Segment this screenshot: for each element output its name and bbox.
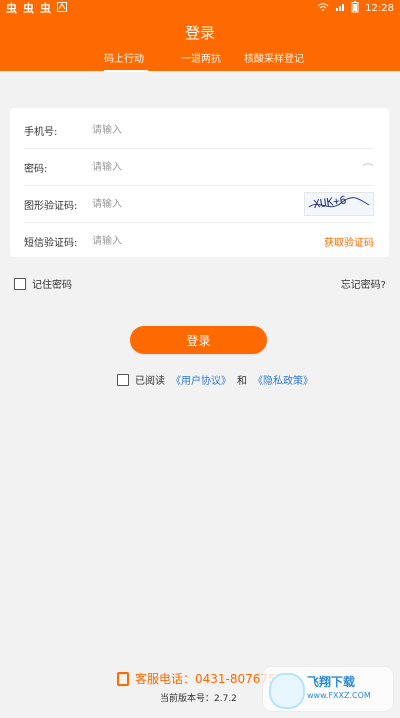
- image-captcha-input[interactable]: [90, 197, 304, 211]
- page-title: 登录: [184, 24, 215, 42]
- remember-label: 记住密码: [32, 280, 72, 291]
- tab-code-action[interactable]: 码上行动: [104, 50, 144, 65]
- tab-nucleic-registration[interactable]: 核酸采样登记: [244, 50, 304, 65]
- phone-input[interactable]: [90, 123, 374, 137]
- keyboard-icon: [57, 1, 67, 15]
- status-right: 12:28: [317, 0, 394, 16]
- tab-one-retreat-two-resist[interactable]: 一退两抗: [181, 50, 221, 65]
- phone-row: 手机号:: [24, 112, 374, 149]
- phone-icon: [117, 671, 129, 686]
- captcha-text: XUK+6: [313, 193, 348, 210]
- password-row: 密码:: [24, 149, 374, 186]
- top-header: 登录 码上行动 一退两抗 核酸采样登记: [0, 16, 400, 72]
- status-bar: 虫 虫 虫 12:28: [0, 0, 400, 16]
- tab-bar: 码上行动 一退两抗 核酸采样登记: [0, 50, 400, 72]
- battery-icon: [351, 0, 359, 16]
- active-tab-indicator: [104, 70, 148, 72]
- status-left: 虫 虫 虫: [6, 0, 67, 16]
- agreement-row: 已阅读 《用户协议》 和 《隐私政策》: [117, 372, 313, 387]
- sms-code-label: 短信验证码:: [24, 237, 78, 249]
- login-form-card: 手机号: 密码: 图形验证码: XUK+6 短信验证码: 获取验证码: [10, 108, 389, 257]
- login-button[interactable]: 登录: [130, 326, 267, 354]
- sms-code-row: 短信验证码: 获取验证码: [24, 223, 374, 259]
- wifi-icon: [317, 2, 329, 15]
- image-captcha-label: 图形验证码:: [24, 200, 78, 212]
- clock-time: 12:28: [365, 2, 394, 14]
- bug-icon: 虫: [6, 2, 17, 15]
- agreement-prefix: 已阅读: [135, 376, 165, 387]
- password-input[interactable]: [90, 160, 362, 174]
- show-password-icon[interactable]: [362, 162, 374, 173]
- bug-icon: 虫: [40, 2, 51, 15]
- watermark-brand: 飞翔下载: [307, 675, 356, 689]
- agreement-and: 和: [237, 376, 247, 387]
- watermark-domain: www.FXXZ.COM: [307, 691, 371, 700]
- bug-icon: 虫: [23, 2, 34, 15]
- privacy-policy-link[interactable]: 《隐私政策》: [253, 372, 313, 387]
- password-label: 密码:: [24, 163, 48, 175]
- version-text: 当前版本号：2.7.2: [160, 694, 237, 704]
- remember-checkbox[interactable]: [14, 277, 26, 290]
- watermark-logo: [269, 673, 305, 709]
- user-agreement-link[interactable]: 《用户协议》: [171, 372, 231, 387]
- sms-code-input[interactable]: [90, 234, 324, 248]
- phone-label: 手机号:: [24, 126, 58, 138]
- captcha-image[interactable]: XUK+6: [304, 192, 374, 216]
- forgot-password-link[interactable]: 忘记密码?: [341, 276, 386, 291]
- site-watermark: 飞翔下载 www.FXXZ.COM: [262, 666, 394, 712]
- agreement-checkbox[interactable]: [117, 373, 129, 386]
- get-sms-code-button[interactable]: 获取验证码: [324, 234, 374, 249]
- remember-password[interactable]: 记住密码: [14, 276, 72, 291]
- image-captcha-row: 图形验证码: XUK+6: [24, 186, 374, 223]
- signal-icon: [335, 2, 345, 15]
